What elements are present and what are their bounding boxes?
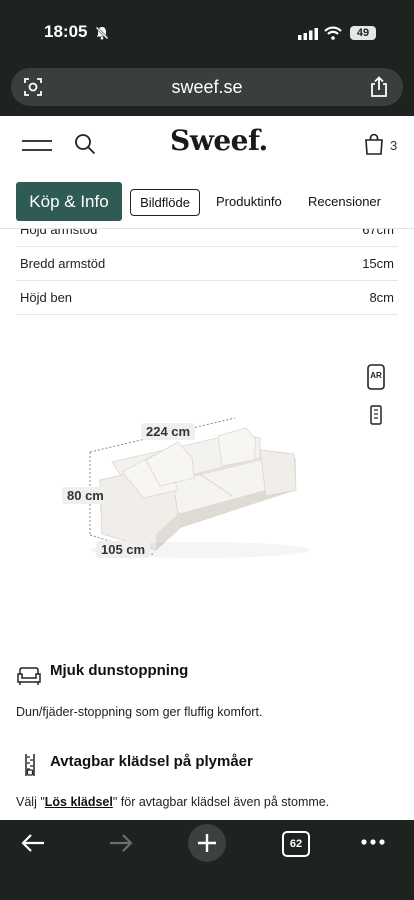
- tab-recensioner[interactable]: Recensioner: [308, 189, 381, 214]
- tab-produktinfo[interactable]: Produktinfo: [216, 189, 282, 214]
- bell-muted-icon: [95, 26, 109, 40]
- spec-row: Bredd armstöd 15cm: [16, 247, 398, 281]
- plus-icon: [198, 834, 216, 852]
- ar-view-button[interactable]: AR: [367, 364, 385, 390]
- dimension-width-label: 224 cm: [141, 423, 196, 440]
- status-time: 18:05: [44, 22, 88, 41]
- spec-label: Höjd ben: [20, 290, 73, 305]
- spec-value: 15cm: [362, 256, 394, 271]
- dimension-height-label: 80 cm: [62, 487, 109, 504]
- site-logo[interactable]: Sweef.: [170, 124, 268, 157]
- shopping-bag-icon[interactable]: [364, 133, 384, 155]
- spec-row: Höjd ben 8cm: [16, 281, 398, 315]
- cellular-signal-icon: [298, 28, 318, 40]
- forward-arrow-icon[interactable]: [108, 832, 134, 854]
- product-tabs: Köp & Info Bildflöde Produktinfo Recensi…: [0, 176, 414, 229]
- cart-count: 3: [390, 138, 398, 153]
- battery-indicator: 49: [350, 26, 376, 40]
- feature-text: Välj "Lös klädsel" för avtagbar klädsel …: [16, 795, 329, 809]
- back-arrow-icon[interactable]: [20, 832, 46, 854]
- spec-label: Bredd armstöd: [20, 256, 106, 271]
- los-kladsel-link[interactable]: Lös klädsel: [45, 795, 113, 809]
- dimension-depth-label: 105 cm: [96, 541, 151, 558]
- more-options-icon[interactable]: [360, 838, 386, 846]
- tab-kop-info[interactable]: Köp & Info: [16, 182, 122, 221]
- feature-text-after: " för avtagbar klädsel även på stomme.: [112, 795, 330, 809]
- address-bar[interactable]: sweef.se: [11, 68, 403, 106]
- zipper-icon: [25, 754, 35, 776]
- url-text[interactable]: sweef.se: [11, 68, 403, 106]
- tab-bildflode[interactable]: Bildflöde: [130, 189, 200, 216]
- new-tab-button[interactable]: [188, 824, 226, 862]
- share-icon[interactable]: [369, 76, 389, 98]
- status-bar: 18:05 49: [0, 0, 414, 60]
- dimensions-toggle-icon[interactable]: [370, 405, 382, 425]
- sofa-icon: [17, 667, 41, 685]
- wifi-icon: [324, 26, 342, 40]
- ar-label: AR: [370, 371, 382, 380]
- tabs-overview-button[interactable]: 62: [282, 831, 310, 857]
- feature-title: Avtagbar klädsel på plymåer: [50, 753, 253, 770]
- search-icon[interactable]: [74, 133, 96, 155]
- feature-text: Dun/fjäder-stoppning som ger fluffig kom…: [16, 705, 263, 719]
- hamburger-menu-icon[interactable]: [22, 136, 52, 154]
- feature-text-before: Välj ": [16, 795, 45, 809]
- spec-value: 8cm: [369, 290, 394, 305]
- feature-title: Mjuk dunstoppning: [50, 662, 189, 679]
